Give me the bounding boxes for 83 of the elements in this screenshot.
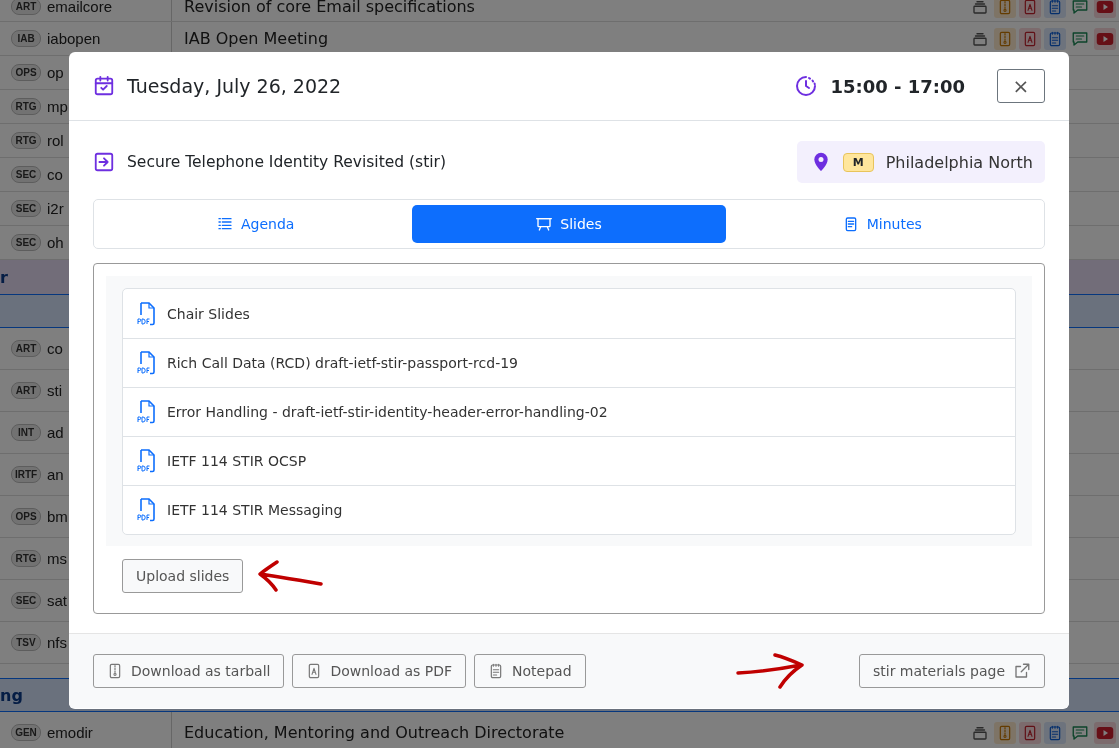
pdf-file-icon[interactable] xyxy=(1019,0,1041,18)
area-badge: SEC xyxy=(11,166,41,183)
slide-link[interactable]: Error Handling - draft-ietf-stir-identity-header-error-handling-02 xyxy=(167,404,608,420)
group-acronym[interactable]: ms xyxy=(47,550,67,567)
video-play-icon[interactable] xyxy=(1094,27,1116,50)
close-button[interactable]: × xyxy=(997,69,1045,103)
session-title[interactable]: IAB Open Meeting xyxy=(184,29,329,48)
notepad-icon[interactable] xyxy=(1044,0,1066,18)
section-title: ng xyxy=(0,685,23,705)
group-acronym[interactable]: bm xyxy=(47,508,68,525)
pdf-file-icon[interactable] xyxy=(1019,27,1041,50)
clock-icon xyxy=(794,74,819,98)
group-acronym[interactable]: mp xyxy=(47,98,68,115)
area-badge: RTG xyxy=(11,550,41,567)
group-acronym[interactable]: ad xyxy=(47,424,64,441)
zip-file-icon[interactable] xyxy=(994,0,1016,18)
session-date: Tuesday, July 26, 2022 xyxy=(127,75,343,97)
group-acronym[interactable]: an xyxy=(47,466,64,483)
area-badge: IRTF xyxy=(11,466,41,483)
materials-link[interactable]: stir materials page xyxy=(858,654,1045,688)
area-badge: ART xyxy=(11,382,41,399)
tab[interactable]: Agenda xyxy=(99,205,413,243)
slide-link[interactable]: Chair Slides xyxy=(167,305,250,322)
group-acronym[interactable]: iabopen xyxy=(47,30,101,47)
notepad-icon[interactable] xyxy=(1044,27,1066,50)
slide-link[interactable]: IETF 114 STIR Messaging xyxy=(167,502,343,518)
slide-link[interactable]: IETF 114 STIR OCSP xyxy=(167,453,307,469)
upload-slides-button[interactable]: Upload slides xyxy=(122,559,244,593)
area-badge: ART xyxy=(11,340,41,357)
area-badge: INT xyxy=(11,424,41,441)
group-acronym[interactable]: sti xyxy=(47,382,62,399)
group-acronym[interactable]: rol xyxy=(47,132,64,149)
pdf-file-icon xyxy=(137,301,157,326)
pdf-file-icon xyxy=(137,351,157,375)
area-badge: ART xyxy=(11,0,41,15)
footer-button[interactable]: Download as PDF xyxy=(292,654,467,688)
area-badge: SEC xyxy=(11,592,41,609)
list-icon xyxy=(216,216,233,232)
area-badge: TSV xyxy=(11,634,41,651)
notepad-icon[interactable] xyxy=(1044,721,1066,744)
pdf-file-icon xyxy=(137,400,157,424)
area-badge: GEN xyxy=(11,724,41,741)
presentation-icon xyxy=(536,216,553,232)
pdf-file-icon xyxy=(137,498,157,522)
group-acronym[interactable]: co xyxy=(47,340,63,357)
footer-button[interactable]: Download as tarball xyxy=(93,654,285,688)
tab[interactable]: Slides xyxy=(412,205,726,243)
area-badge: IAB xyxy=(11,30,41,47)
zip-file-icon xyxy=(107,662,123,680)
session-name: Secure Telephone Identity Revisited (stir) xyxy=(127,153,447,171)
group-acronym[interactable]: i2r xyxy=(47,200,64,217)
calendar-icon xyxy=(93,75,115,97)
arrow-right-icon xyxy=(93,151,115,173)
section-title: r xyxy=(0,267,8,287)
video-play-icon[interactable] xyxy=(1094,0,1116,18)
area-badge: OPS xyxy=(11,508,41,525)
session-title[interactable]: Education, Mentoring and Outreach Directorate xyxy=(184,723,565,742)
group-acronym[interactable]: nfs xyxy=(47,634,67,651)
video-play-icon[interactable] xyxy=(1094,721,1116,744)
zip-file-icon[interactable] xyxy=(994,27,1016,50)
group-acronym[interactable]: op xyxy=(47,64,64,81)
area-badge: SEC xyxy=(11,234,41,251)
area-badge: SEC xyxy=(11,200,41,217)
group-acronym[interactable]: oh xyxy=(47,234,64,251)
area-badge: RTG xyxy=(11,98,41,115)
tab[interactable]: Minutes xyxy=(725,205,1039,243)
session-time: 15:00 - 17:00 xyxy=(830,75,965,97)
group-acronym[interactable]: sat xyxy=(47,592,67,609)
zip-file-icon[interactable] xyxy=(994,721,1016,744)
external-link-icon xyxy=(1013,662,1031,680)
footer-button[interactable]: Notepad xyxy=(474,654,586,688)
annotation-arrow xyxy=(257,558,324,594)
pdf-file-icon xyxy=(137,449,157,473)
pdf-file-icon[interactable] xyxy=(1019,721,1041,744)
group-acronym[interactable]: co xyxy=(47,166,63,183)
floor-badge: M xyxy=(842,152,874,172)
group-acronym[interactable]: emailcore xyxy=(47,0,113,15)
group-acronym[interactable]: emodir xyxy=(47,724,93,741)
area-badge: OPS xyxy=(11,64,41,81)
area-badge: RTG xyxy=(11,132,41,149)
slide-link[interactable]: Rich Call Data (RCD) draft-ietf-stir-passport-rcd-19 xyxy=(167,355,518,371)
room-name: Philadelphia North xyxy=(885,152,1033,172)
session-title[interactable]: Revision of core Email specifications xyxy=(184,0,475,16)
